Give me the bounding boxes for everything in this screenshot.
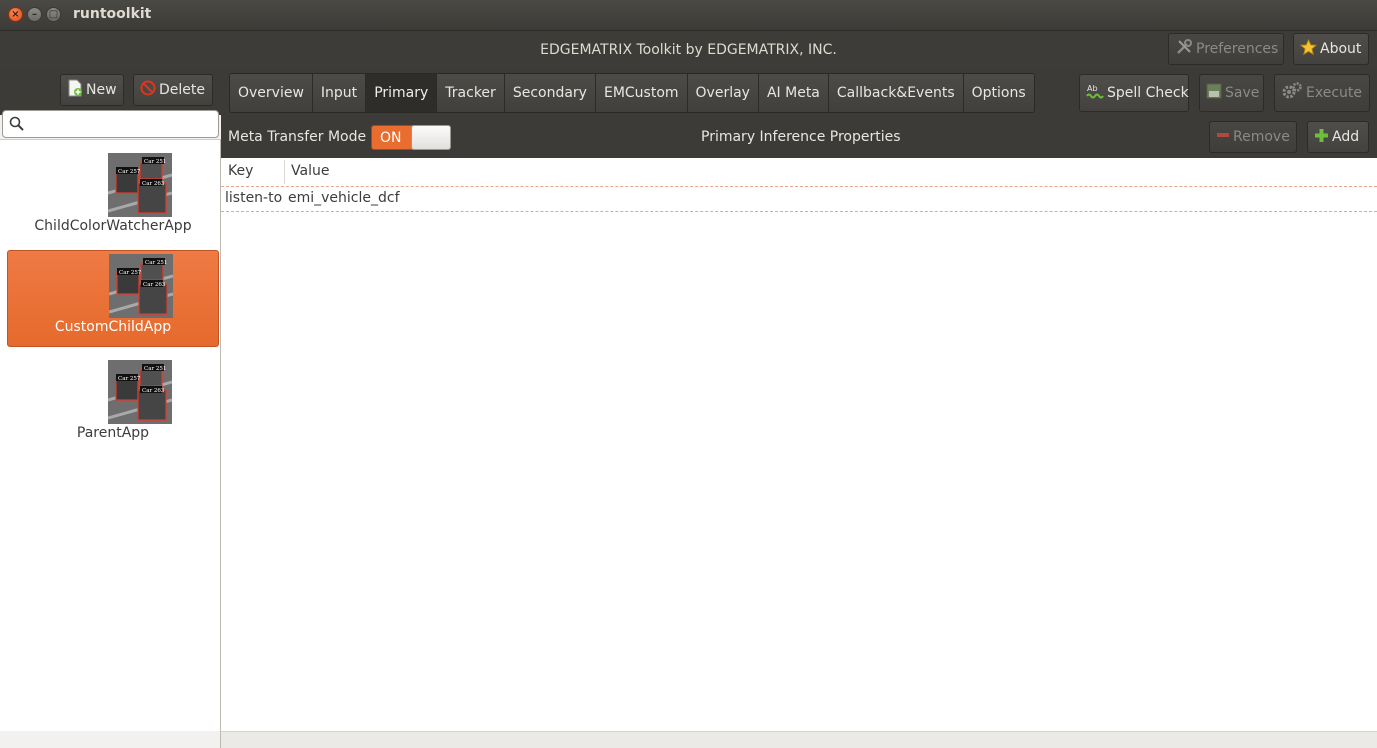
star-icon (1299, 38, 1318, 60)
app-item-label: ParentApp (76, 425, 150, 441)
about-button[interactable]: About (1293, 33, 1369, 65)
thumb-tag: Car 257 (118, 169, 141, 175)
meta-transfer-mode-label: Meta Transfer Mode (228, 129, 367, 145)
apps-list: Car 251 Car 257 Car 263 ChildColorWatche… (0, 139, 221, 731)
no-entry-icon (140, 80, 156, 100)
tab-callback-events[interactable]: Callback&Events (828, 74, 964, 112)
plus-icon (1314, 128, 1329, 147)
spell-check-label: Spell Check (1107, 85, 1189, 101)
switch-knob[interactable] (411, 125, 451, 150)
column-divider[interactable] (284, 160, 285, 184)
preferences-label: Preferences (1196, 41, 1279, 57)
add-label: Add (1332, 129, 1360, 145)
tab-secondary[interactable]: Secondary (504, 74, 596, 112)
delete-button[interactable]: Delete (133, 74, 213, 106)
remove-button[interactable]: Remove (1209, 121, 1297, 153)
column-header-key[interactable]: Key (228, 163, 253, 179)
new-document-icon (67, 79, 83, 101)
section-tabs: Overview Input Primary Tracker Secondary… (229, 73, 1035, 113)
apps-toolbar: New Delete (0, 68, 221, 115)
thumb-tag: Car 263 (142, 181, 165, 187)
tab-overview[interactable]: Overview (230, 74, 313, 112)
app-item-label: ChildColorWatcherApp (34, 218, 192, 234)
tab-primary[interactable]: Primary (366, 74, 438, 112)
svg-text:Ab: Ab (1087, 84, 1098, 93)
table-header: Key Value (221, 158, 1377, 187)
save-button[interactable]: Save (1199, 74, 1264, 112)
tab-overlay[interactable]: Overlay (687, 74, 759, 112)
properties-bar: Meta Transfer Mode ON Primary Inference … (221, 115, 1377, 158)
window-close-button[interactable]: × (8, 7, 23, 22)
thumb-tag: Car 263 (143, 282, 166, 288)
add-button[interactable]: Add (1307, 121, 1369, 153)
new-label: New (86, 82, 117, 98)
new-button[interactable]: New (60, 74, 124, 106)
window-minimize-button[interactable]: – (27, 7, 42, 22)
switch-state-label: ON (380, 130, 402, 146)
main-toolbar: Overview Input Primary Tracker Secondary… (221, 68, 1377, 115)
tab-input[interactable]: Input (312, 74, 367, 112)
sidebar-status-strip (0, 731, 221, 748)
app-item-childcolorwatcherapp[interactable]: Car 251 Car 257 Car 263 ChildColorWatche… (7, 150, 219, 247)
thumb-tag: Car 263 (142, 388, 165, 394)
header-bar: EDGEMATRIX Toolkit by EDGEMATRIX, INC. P… (0, 30, 1377, 68)
app-thumbnail: Car 251 Car 257 Car 263 (108, 254, 174, 318)
window-titlebar: × – □ runtoolkit (0, 0, 1377, 30)
app-item-parentapp[interactable]: Car 251 Car 257 Car 263 ParentApp (7, 357, 219, 454)
preferences-button[interactable]: Preferences (1168, 33, 1284, 65)
thumb-tag: Car 257 (118, 376, 141, 382)
about-label: About (1320, 41, 1362, 57)
remove-label: Remove (1233, 129, 1290, 145)
minus-icon (1216, 128, 1230, 146)
app-item-label: CustomChildApp (54, 319, 172, 335)
thumb-tag: Car 257 (119, 270, 142, 276)
execute-button[interactable]: Execute (1274, 74, 1370, 112)
save-label: Save (1225, 85, 1260, 101)
column-header-value[interactable]: Value (291, 163, 329, 179)
thumb-tag: Car 251 (145, 260, 167, 266)
execute-label: Execute (1306, 85, 1362, 101)
cell-key[interactable]: listen-to (225, 190, 282, 206)
spell-check-button[interactable]: Ab Spell Check (1079, 74, 1189, 112)
thumb-tag: Car 251 (144, 159, 166, 165)
save-icon (1206, 83, 1222, 103)
cell-value[interactable]: emi_vehicle_dcf (288, 190, 400, 206)
tools-icon (1175, 38, 1193, 60)
gears-icon (1281, 81, 1303, 105)
app-item-customchildapp[interactable]: Car 251 Car 257 Car 263 CustomChildApp (7, 250, 219, 347)
app-thumbnail: Car 251 Car 257 Car 263 (107, 153, 173, 217)
properties-title: Primary Inference Properties (701, 129, 901, 145)
thumb-tag: Car 251 (144, 366, 166, 372)
tab-emcustom[interactable]: EMCustom (595, 74, 688, 112)
tab-options[interactable]: Options (963, 74, 1034, 112)
table-row[interactable]: listen-to emi_vehicle_dcf (221, 186, 1377, 212)
meta-transfer-mode-switch[interactable]: ON (371, 125, 451, 150)
search-icon (9, 116, 24, 135)
main-status-strip (221, 731, 1377, 748)
window-title: runtoolkit (73, 6, 152, 22)
tab-ai-meta[interactable]: AI Meta (758, 74, 829, 112)
app-thumbnail: Car 251 Car 257 Car 263 (107, 360, 173, 424)
tab-tracker[interactable]: Tracker (437, 74, 505, 112)
window-maximize-button[interactable]: □ (46, 7, 61, 22)
spell-check-icon: Ab (1086, 82, 1104, 104)
search-input[interactable] (2, 110, 219, 138)
delete-label: Delete (159, 82, 205, 98)
properties-table: Key Value listen-to emi_vehicle_dcf (221, 158, 1377, 731)
